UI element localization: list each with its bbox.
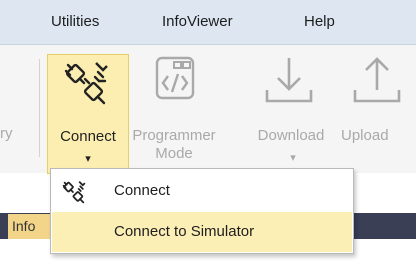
download-arrow-icon <box>265 58 313 103</box>
ribbon-separator <box>39 59 40 157</box>
menu-utilities[interactable]: Utilities <box>51 13 99 30</box>
dropdown-item-connect-to-simulator[interactable]: Connect to Simulator <box>52 212 352 252</box>
chevron-down-icon: ▾ <box>290 152 296 164</box>
upload-arrow-icon <box>353 57 401 103</box>
download-button[interactable]: Download ▾ <box>253 54 333 164</box>
plug-connect-icon <box>64 62 108 105</box>
code-window-icon <box>155 56 195 100</box>
upload-button[interactable]: Upload <box>333 54 416 164</box>
ribbon-partial-label: ry <box>0 125 13 142</box>
dropdown-item-simulator-label: Connect to Simulator <box>114 223 255 240</box>
upload-label: Upload <box>341 127 389 144</box>
download-label: Download <box>257 127 325 144</box>
connect-dropdown-menu: Connect Connect to Simulator <box>50 168 354 254</box>
programmer-mode-label-line1: Programmer <box>132 127 216 144</box>
dropdown-item-connect[interactable]: Connect <box>52 171 352 211</box>
connect-label: Connect <box>60 128 116 145</box>
menu-infoviewer[interactable]: InfoViewer <box>162 13 233 30</box>
programmer-mode-button[interactable]: Programmer Mode <box>131 54 217 164</box>
chevron-down-icon: ▾ <box>85 153 91 165</box>
connect-button[interactable]: Connect ▾ <box>47 54 129 174</box>
plug-connect-icon <box>62 180 86 204</box>
dropdown-item-connect-label: Connect <box>114 182 170 199</box>
menu-help[interactable]: Help <box>304 13 335 30</box>
programmer-mode-label-line2: Mode <box>155 145 193 162</box>
menu-bar: Utilities InfoViewer Help <box>0 0 416 45</box>
